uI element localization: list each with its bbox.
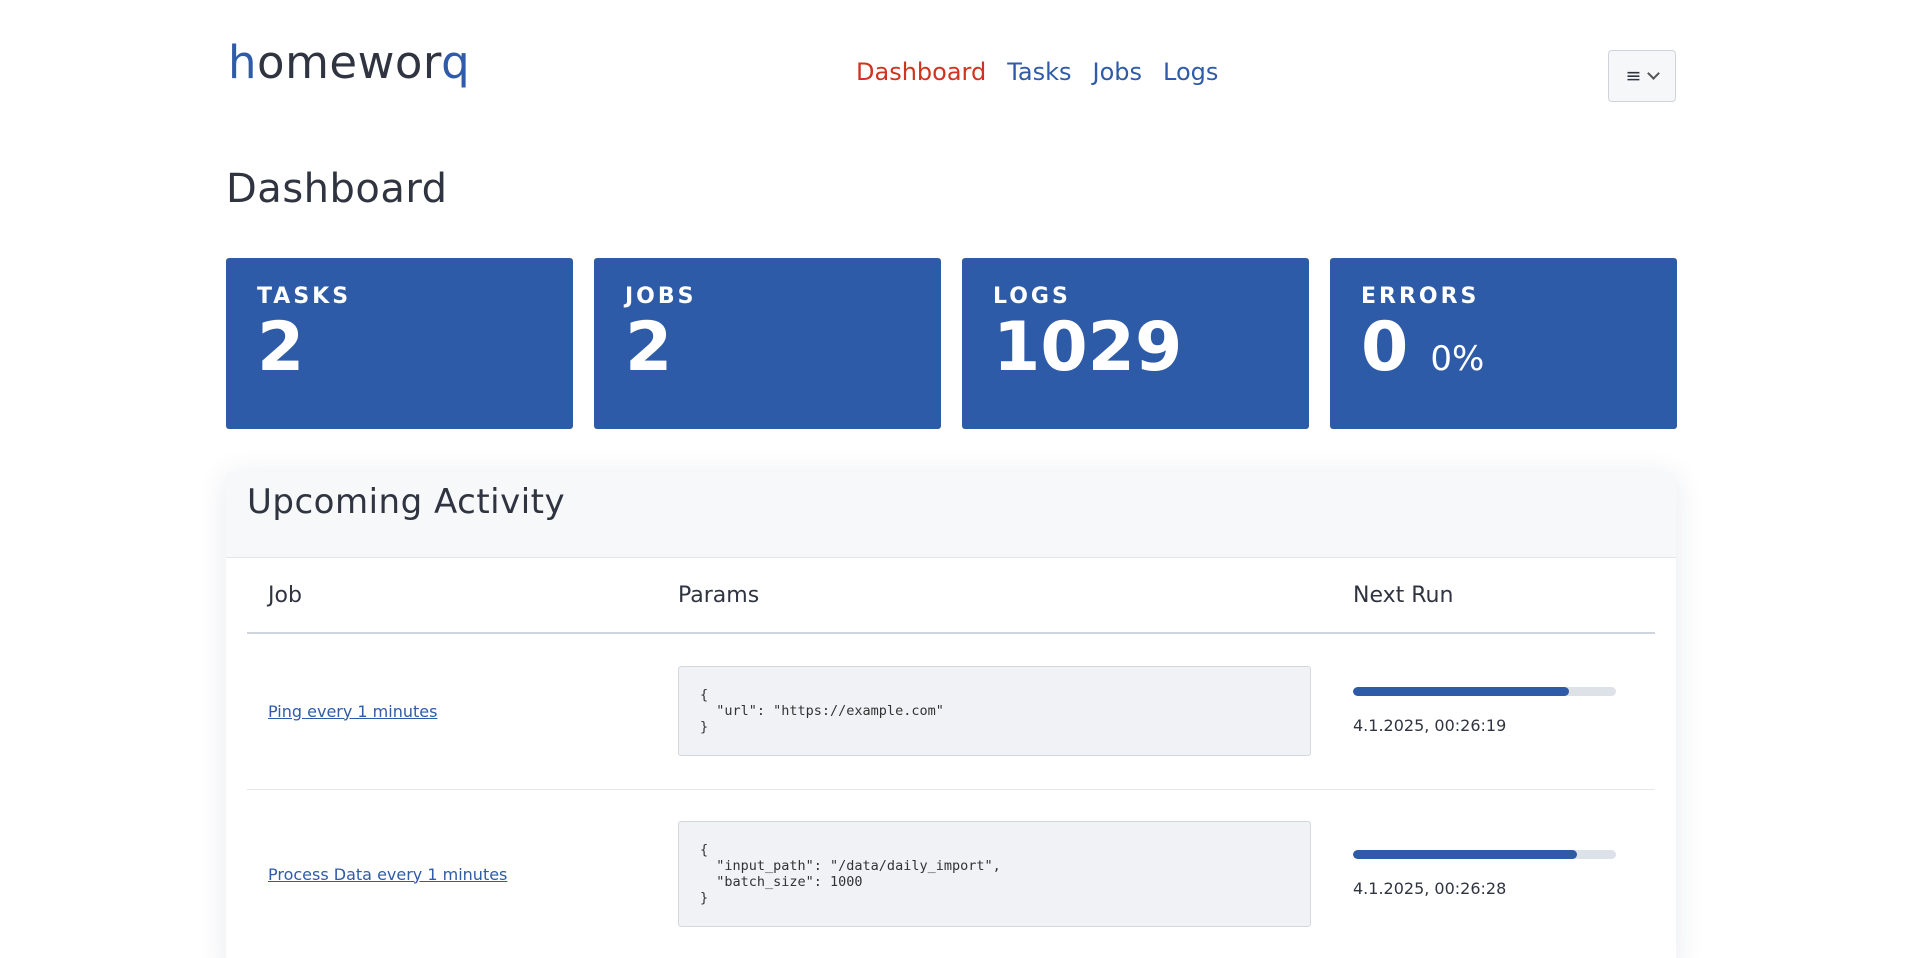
stat-value: 1029 [993,308,1183,387]
stat-label: LOGS [993,284,1071,309]
col-params: Params [657,558,1332,634]
next-run-cell: 4.1.2025, 00:26:28 [1332,789,1655,958]
progress-fill [1353,850,1577,859]
card-header: Upcoming Activity [226,472,1676,558]
header: homeworq Dashboard Tasks Jobs Logs ≡ [226,0,1676,140]
col-next-run: Next Run [1332,558,1655,634]
next-run-progress [1353,850,1616,859]
job-cell: Process Data every 1 minutes [247,789,657,958]
stat-card-logs: LOGS 1029 [962,258,1309,429]
stats-row: TASKS 2 JOBS 2 LOGS 1029 ERRORS 0 0% [226,258,1677,429]
chevron-down-icon [1647,67,1661,80]
params-cell: { "input_path": "/data/daily_import", "b… [657,789,1332,958]
stat-card-tasks: TASKS 2 [226,258,573,429]
upcoming-table: Job Params Next Run Ping every 1 minutes… [247,558,1655,958]
params-cell: { "url": "https://example.com" } [657,633,1332,790]
stat-label: TASKS [257,284,352,309]
params-code: { "input_path": "/data/daily_import", "b… [678,821,1311,927]
page: homeworq Dashboard Tasks Jobs Logs ≡ Das… [226,0,1677,958]
table-row: Ping every 1 minutes { "url": "https://e… [247,633,1655,790]
job-link[interactable]: Process Data every 1 minutes [268,865,507,884]
nav-jobs[interactable]: Jobs [1093,58,1143,86]
page-title: Dashboard [226,166,448,212]
table-row: Process Data every 1 minutes { "input_pa… [247,789,1655,958]
hamburger-icon: ≡ [1625,65,1642,87]
next-run-time: 4.1.2025, 00:26:28 [1353,879,1507,898]
stat-label: JOBS [625,284,697,309]
nav-tasks[interactable]: Tasks [1007,58,1071,86]
col-job: Job [247,558,657,634]
job-link[interactable]: Ping every 1 minutes [268,702,437,721]
logo-h: h [228,36,258,89]
upcoming-activity-card: Upcoming Activity Job Params Next Run Pi… [226,472,1676,958]
logo-mid: omewor [257,36,442,89]
card-title: Upcoming Activity [247,482,566,522]
logo-q: q [441,36,471,89]
nav-dashboard[interactable]: Dashboard [856,58,986,86]
next-run-time: 4.1.2025, 00:26:19 [1353,716,1507,736]
stat-card-jobs: JOBS 2 [594,258,941,429]
stat-value: 0 [1361,308,1409,387]
main-nav: Dashboard Tasks Jobs Logs [856,58,1218,86]
logo[interactable]: homeworq [228,36,470,89]
next-run-progress [1353,687,1616,697]
nav-logs[interactable]: Logs [1163,58,1218,86]
progress-fill [1353,687,1569,697]
job-cell: Ping every 1 minutes [247,633,657,790]
error-rate: 0% [1430,339,1485,379]
next-run-cell: 4.1.2025, 00:26:19 [1332,633,1655,790]
stat-card-errors: ERRORS 0 0% [1330,258,1677,429]
stat-label: ERRORS [1361,284,1480,309]
stat-value: 2 [625,308,673,387]
stat-value: 2 [257,308,305,387]
menu-button[interactable]: ≡ [1608,50,1676,102]
params-code: { "url": "https://example.com" } [678,666,1311,757]
table-header-row: Job Params Next Run [247,558,1655,634]
